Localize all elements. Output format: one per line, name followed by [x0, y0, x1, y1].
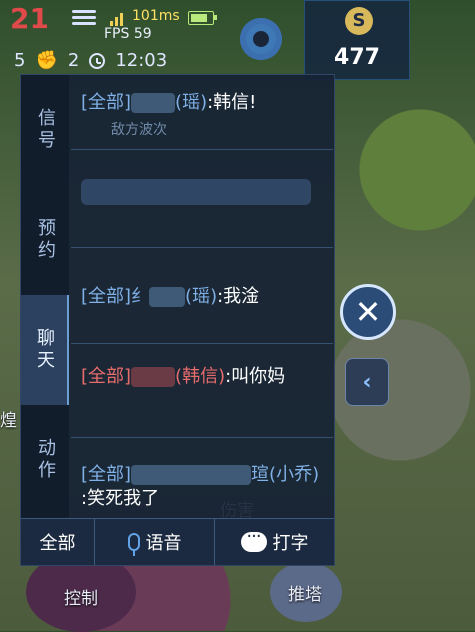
stats-row: 5 ✊ 2 12:03: [14, 50, 167, 71]
chat-bubble-icon: [240, 526, 267, 552]
redacted-name: [131, 465, 252, 485]
close-button[interactable]: ✕: [340, 284, 396, 340]
chat-tabs: 信号 预约 聊天 动作: [21, 75, 69, 518]
chevron-left-icon: ‹: [362, 369, 372, 395]
left-stat: 5: [14, 50, 26, 71]
money-bag-icon: S: [345, 7, 373, 35]
clock-time: 12:03: [115, 50, 168, 71]
microphone-icon: [127, 533, 140, 556]
clock-icon: [89, 52, 106, 69]
gold-amount: 477: [334, 45, 380, 70]
message-list[interactable]: [全部] (瑶):韩信! 敌方波次 [全部]纟 (瑶):我淦 [全部] (韩信):叫你…: [71, 75, 333, 518]
redacted-name: [131, 367, 176, 387]
collapse-button[interactable]: ‹: [345, 358, 389, 406]
gold-shop-button[interactable]: S 477: [304, 0, 410, 80]
fps-text: FPS 59: [104, 26, 152, 42]
chat-bottom-bar: 全部 语音 打字: [21, 518, 334, 565]
list-item: [全部] (韩信):叫你妈: [81, 366, 286, 387]
red-counter: 21: [10, 2, 49, 35]
push-skill-label[interactable]: 推塔: [288, 580, 322, 605]
list-item: [全部]纟 (瑶):我淦: [81, 286, 260, 307]
redacted-message: [81, 179, 311, 205]
list-item: [全部] 瑄(小乔):笑死我了: [81, 464, 320, 509]
fist-icon: ✊: [35, 50, 58, 71]
battery-icon: [188, 11, 217, 25]
chat-panel: 信号 预约 聊天 动作 [全部] (瑶):韩信! 敌方波次 [全部]纟 (瑶):我淦…: [20, 74, 335, 566]
ghost-text: 敌方波次: [111, 122, 167, 138]
tab-reserve[interactable]: 预约: [21, 185, 69, 295]
close-icon: ✕: [354, 293, 382, 331]
ping-text: 101ms: [132, 8, 180, 24]
voice-button[interactable]: 语音: [95, 519, 215, 565]
list-item: [全部] (瑶):韩信!: [81, 92, 257, 113]
settings-gear-icon[interactable]: [240, 18, 282, 60]
tab-chat[interactable]: 聊天: [21, 295, 69, 405]
all-channel-button[interactable]: 全部: [21, 519, 95, 565]
redacted-name: [149, 287, 186, 307]
fist-stat: 2: [67, 50, 80, 71]
tab-signal[interactable]: 信号: [21, 75, 69, 185]
type-button[interactable]: 打字: [215, 519, 334, 565]
signal-icon: [110, 10, 126, 26]
menu-icon[interactable]: [72, 7, 96, 29]
tab-action[interactable]: 动作: [21, 405, 69, 515]
redacted-name: [131, 93, 176, 113]
left-fragment-label: 煌: [0, 411, 17, 431]
control-skill-label[interactable]: 控制: [64, 584, 98, 609]
